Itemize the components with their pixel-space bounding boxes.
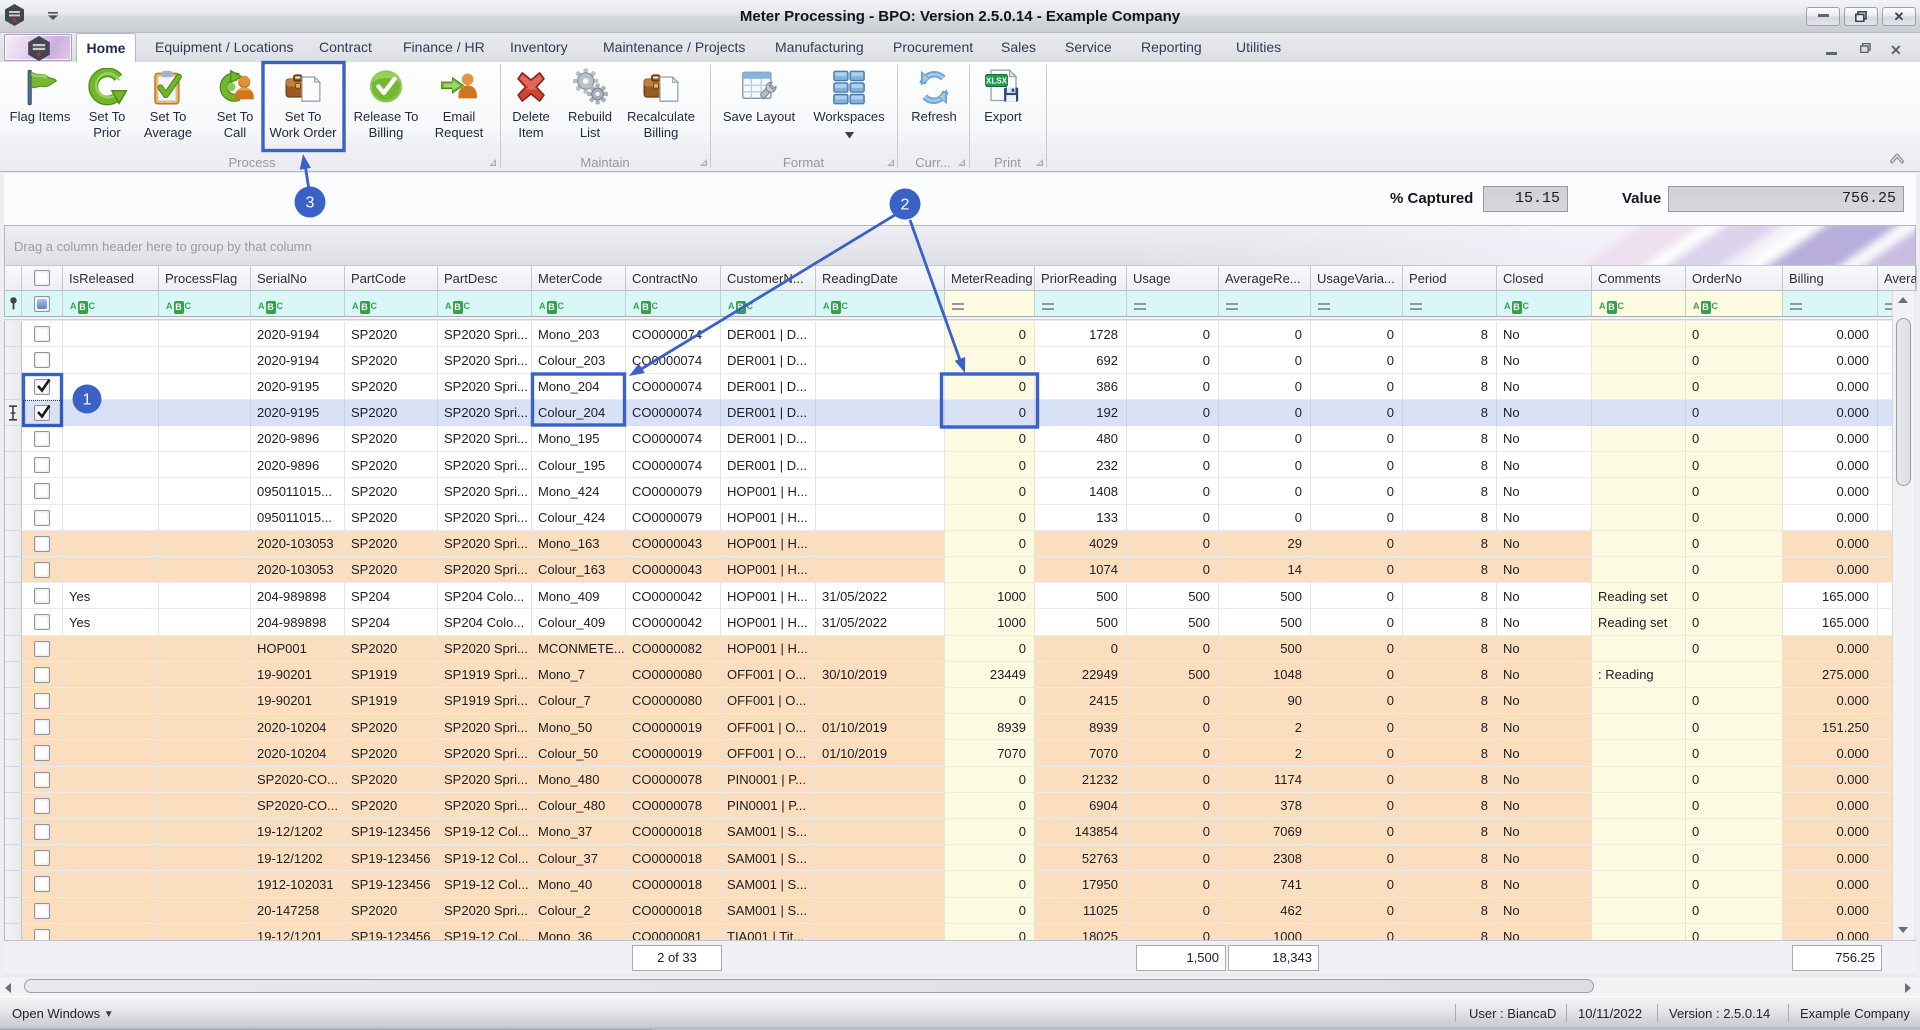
svg-text:XLSX: XLSX — [986, 77, 1008, 86]
